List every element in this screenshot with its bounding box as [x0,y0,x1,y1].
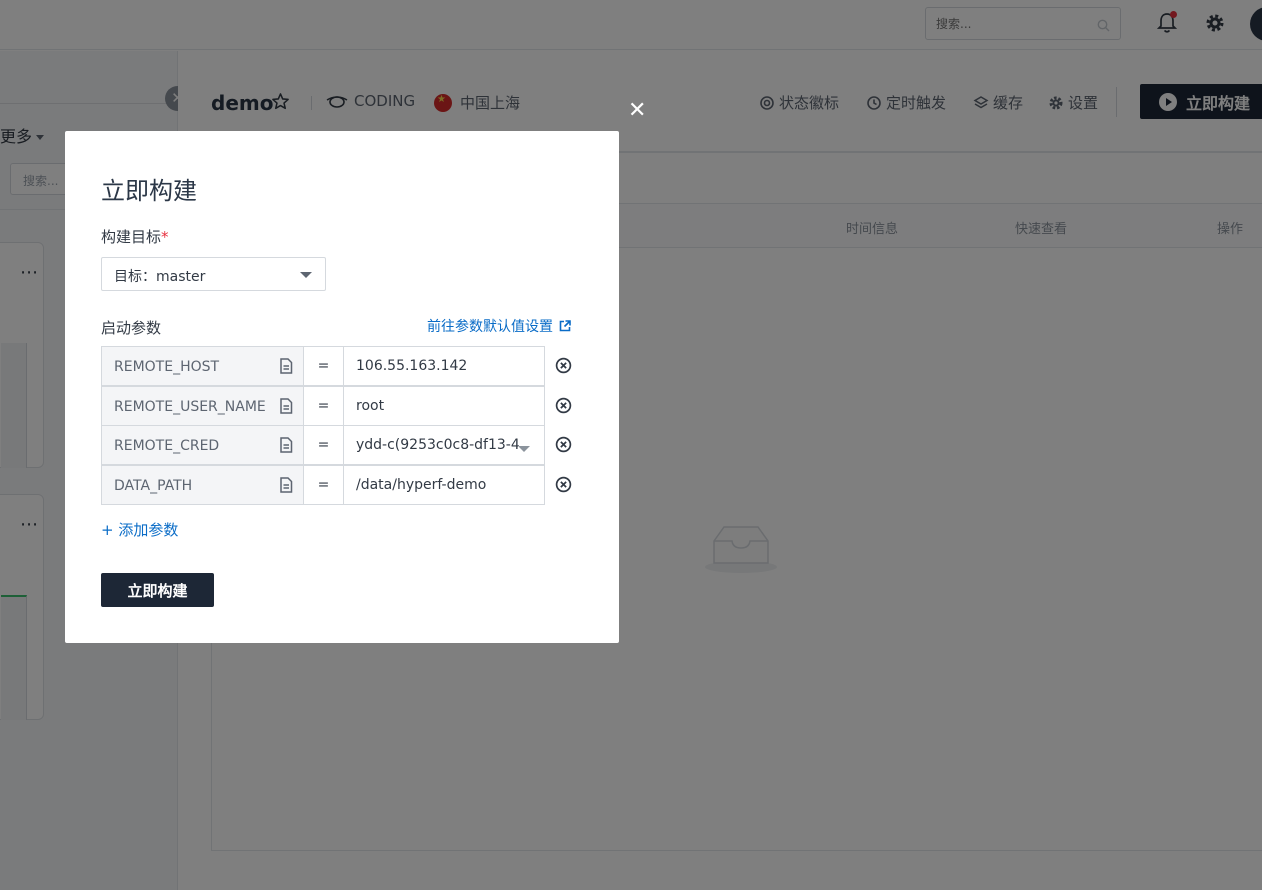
add-param-link[interactable]: + 添加参数 [101,519,178,540]
submit-build-button[interactable]: 立即构建 [101,573,214,607]
build-target-value: 目标：master [114,269,206,285]
remove-param-icon[interactable] [555,397,572,418]
build-target-select[interactable]: 目标：master [101,257,326,291]
app-root: 更多 搜索... ⋯ ⋯ ✕ demo CODING 中国上海 状态徽标 [0,0,1262,890]
param-value-select[interactable]: ydd-c(9253c0c8-df13-4 [343,425,545,465]
param-value-field[interactable]: /data/hyperf-demo [343,464,545,505]
param-equals: = [303,464,344,505]
modal-close-icon[interactable]: ✕ [628,100,646,122]
param-key: REMOTE_CRED [114,438,220,454]
document-icon[interactable] [279,437,293,457]
param-equals: = [303,385,344,426]
build-target-label-text: 构建目标 [101,228,162,246]
params-label: 启动参数 [101,319,162,337]
param-value: ydd-c(9253c0c8-df13-4 [356,437,520,453]
param-key: REMOTE_USER_NAME [114,398,266,415]
remove-param-icon[interactable] [555,476,572,497]
build-modal: 立即构建 构建目标* 目标：master 启动参数 前往参数默认值设置 REMO… [65,131,619,643]
required-mark: * [161,228,169,246]
param-key-field[interactable]: REMOTE_USER_NAME [101,385,304,426]
param-value-field[interactable]: 106.55.163.142 [343,346,545,386]
param-key-field[interactable]: REMOTE_CRED [101,425,304,465]
remove-param-icon[interactable] [555,357,572,378]
document-icon[interactable] [279,397,293,418]
remove-param-icon[interactable] [555,436,572,457]
param-key-field[interactable]: DATA_PATH [101,464,304,505]
external-link-icon [559,320,571,332]
param-value-field[interactable]: root [343,385,545,426]
param-row: REMOTE_HOST = 106.55.163.142 [101,346,572,386]
param-equals: = [303,346,344,386]
build-target-label: 构建目标* [101,226,169,247]
caret-down-icon [518,446,530,452]
caret-down-icon [300,272,312,278]
param-key: REMOTE_HOST [114,359,220,375]
param-defaults-link-text: 前往参数默认值设置 [427,319,553,335]
document-icon[interactable] [279,476,293,497]
document-icon[interactable] [279,358,293,378]
modal-title: 立即构建 [101,177,197,205]
param-row: REMOTE_CRED = ydd-c(9253c0c8-df13-4 [101,425,572,465]
params-list: REMOTE_HOST = 106.55.163.142 REMOTE_USER… [101,346,572,505]
param-equals: = [303,425,344,465]
param-key: DATA_PATH [114,477,193,494]
param-defaults-link[interactable]: 前往参数默认值设置 [427,316,571,336]
param-row: REMOTE_USER_NAME = root [101,385,572,426]
param-row: DATA_PATH = /data/hyperf-demo [101,464,572,505]
param-key-field[interactable]: REMOTE_HOST [101,346,304,386]
